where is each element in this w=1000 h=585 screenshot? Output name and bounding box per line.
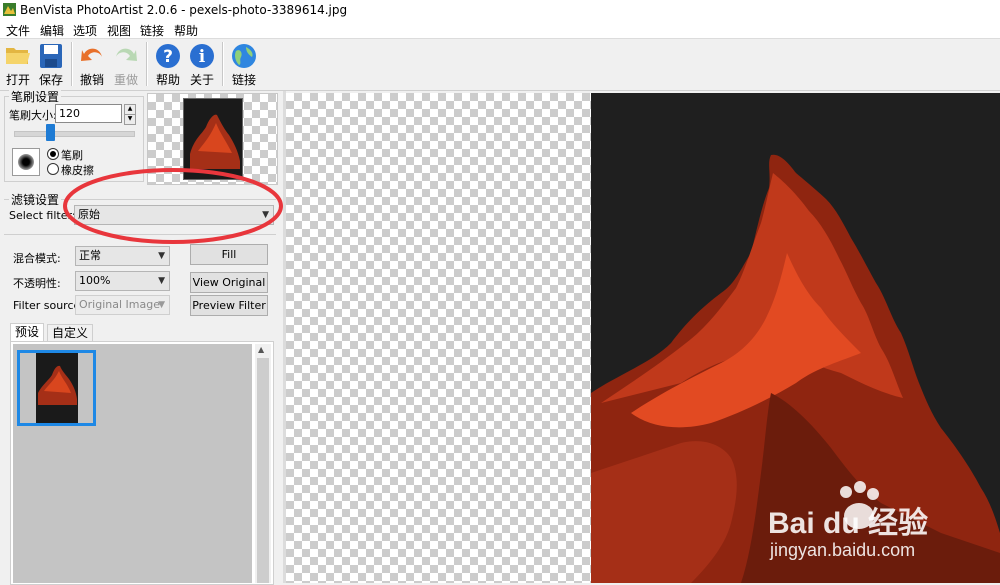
toolbar: 打开 保存 撤销 重做 ? 帮助 i 关于 链接 <box>0 39 1000 91</box>
svg-text:?: ? <box>163 47 173 67</box>
filter-source-select: Original Image ▼ <box>75 295 170 315</box>
brush-size-input[interactable]: 120 <box>55 104 122 123</box>
window-title: BenVista PhotoArtist 2.0.6 - pexels-phot… <box>20 3 348 17</box>
menu-help[interactable]: 帮助 <box>174 22 198 39</box>
redo-label: 重做 <box>113 73 138 87</box>
link-button[interactable]: 链接 <box>226 39 262 89</box>
preview-filter-button[interactable]: Preview Filter <box>190 295 268 316</box>
menu-options[interactable]: 选项 <box>73 22 97 39</box>
blend-mode-label: 混合模式: <box>13 252 61 265</box>
spin-up-icon[interactable]: ▲ <box>124 104 136 115</box>
opacity-label: 不透明性: <box>13 277 61 290</box>
open-label: 打开 <box>5 73 30 87</box>
redo-button[interactable]: 重做 <box>108 39 144 89</box>
brush-size-slider-track[interactable] <box>14 131 135 137</box>
scroll-up-icon[interactable]: ▲ <box>258 345 264 354</box>
menu-link[interactable]: 链接 <box>140 22 164 39</box>
undo-button[interactable]: 撤销 <box>74 39 110 89</box>
menu-file[interactable]: 文件 <box>6 22 30 39</box>
blend-mode-value: 正常 <box>79 249 101 262</box>
brush-settings-title: 笔刷设置 <box>9 88 62 105</box>
spin-down-icon[interactable]: ▼ <box>124 115 136 125</box>
opacity-select[interactable]: 100% ▼ <box>75 271 170 291</box>
brush-size-spinner[interactable]: ▲ ▼ <box>124 104 136 125</box>
brush-size-slider-thumb[interactable] <box>45 124 55 141</box>
undo-label: 撤销 <box>79 73 104 87</box>
about-label: 关于 <box>189 73 214 87</box>
preset-item-original[interactable] <box>17 350 96 426</box>
toolbar-separator <box>222 42 224 86</box>
opacity-value: 100% <box>79 274 111 287</box>
help-button[interactable]: ? 帮助 <box>150 39 186 89</box>
brush-tip-icon <box>18 154 34 170</box>
view-original-button[interactable]: View Original <box>190 272 268 293</box>
about-button[interactable]: i 关于 <box>184 39 220 89</box>
title-bar: BenVista PhotoArtist 2.0.6 - pexels-phot… <box>0 0 1000 20</box>
preset-scrollbar[interactable]: ▲ <box>255 344 271 583</box>
help-icon: ? <box>156 44 180 68</box>
scrollbar-thumb[interactable] <box>257 358 269 583</box>
canvas-transparent-area[interactable] <box>286 93 591 583</box>
filter-source-label: Filter source: <box>13 299 84 312</box>
watermark-brand: Bai du 经验 <box>768 507 929 540</box>
open-button[interactable]: 打开 <box>0 39 36 89</box>
brush-size-label: 笔刷大小: <box>9 109 57 122</box>
preset-thumbnail <box>36 353 78 423</box>
redo-arrow-icon <box>116 48 137 61</box>
brush-mode-radio[interactable] <box>47 148 59 160</box>
watermark: Bai du 经验 jingyan.baidu.com <box>768 478 993 568</box>
undo-arrow-icon <box>81 48 102 61</box>
info-icon: i <box>190 44 214 68</box>
open-folder-icon <box>6 48 30 64</box>
save-button[interactable]: 保存 <box>33 39 69 89</box>
globe-icon <box>232 44 256 68</box>
chevron-down-icon: ▼ <box>158 300 165 310</box>
filter-source-value: Original Image <box>79 298 160 311</box>
save-disk-icon <box>40 44 62 68</box>
menu-edit[interactable]: 编辑 <box>40 22 64 39</box>
watermark-url: jingyan.baidu.com <box>770 540 916 560</box>
app-icon <box>3 3 16 16</box>
tab-presets[interactable]: 预设 <box>10 323 45 341</box>
toolbar-separator <box>146 42 148 86</box>
svg-text:i: i <box>199 47 206 67</box>
save-label: 保存 <box>38 73 63 87</box>
chevron-down-icon: ▼ <box>158 276 165 286</box>
eraser-mode-radio[interactable] <box>47 163 59 175</box>
toolbar-separator <box>71 42 73 86</box>
link-label: 链接 <box>231 73 256 87</box>
help-label: 帮助 <box>155 73 180 87</box>
tab-custom[interactable]: 自定义 <box>47 324 94 342</box>
highlight-annotation <box>63 168 283 244</box>
menu-view[interactable]: 视图 <box>107 22 131 39</box>
menu-bar: 文件 编辑 选项 视图 链接 帮助 <box>0 20 1000 39</box>
brush-preview <box>12 148 40 176</box>
filter-settings-title: 滤镜设置 <box>9 191 62 208</box>
